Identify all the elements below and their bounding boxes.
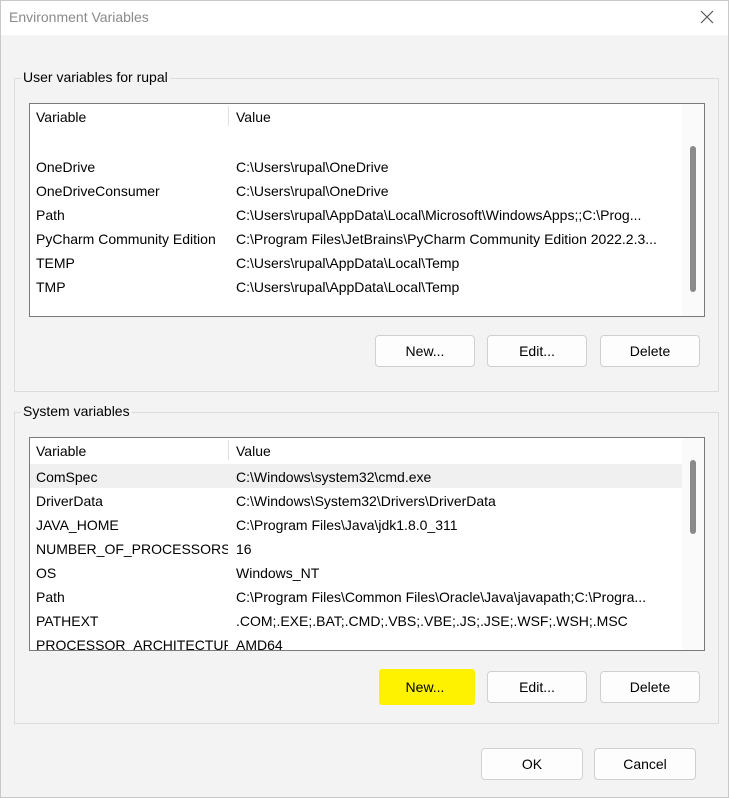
column-separator[interactable] (228, 106, 229, 126)
table-row[interactable]: Path C:\Program Files\Common Files\Oracl… (30, 584, 682, 608)
variable-name: JAVA_HOME (36, 517, 119, 533)
column-header-variable[interactable]: Variable (36, 109, 86, 125)
variable-name: PATHEXT (36, 613, 99, 629)
variable-value: .COM;.EXE;.BAT;.CMD;.VBS;.VBE;.JS;.JSE;.… (236, 613, 628, 629)
variable-name: OS (36, 565, 57, 581)
table-row[interactable]: Path C:\Users\rupal\AppData\Local\Micros… (30, 202, 682, 226)
cancel-button[interactable]: Cancel (594, 748, 696, 780)
variable-name: OneDrive (36, 159, 96, 175)
system-variables-list[interactable]: Variable Value ComSpec C:\Windows\system… (29, 437, 705, 651)
close-icon (700, 10, 714, 24)
variable-name: Path (36, 589, 65, 605)
table-row[interactable]: TMP C:\Users\rupal\AppData\Local\Temp (30, 274, 682, 298)
column-separator[interactable] (228, 440, 229, 460)
system-list-scrollbar[interactable] (682, 438, 704, 650)
variable-value: C:\Users\rupal\OneDrive (236, 159, 389, 175)
system-edit-button[interactable]: Edit... (487, 671, 587, 703)
system-delete-button[interactable]: Delete (600, 671, 700, 703)
ok-button[interactable]: OK (481, 748, 583, 780)
variable-value: C:\Program Files\JetBrains\PyCharm Commu… (236, 231, 657, 247)
column-header-value[interactable]: Value (236, 109, 271, 125)
table-row[interactable]: JAVA_HOME C:\Program Files\Java\jdk1.8.0… (30, 512, 682, 536)
variable-value: 16 (236, 541, 252, 557)
table-row[interactable]: PATHEXT .COM;.EXE;.BAT;.CMD;.VBS;.VBE;.J… (30, 608, 682, 632)
table-row[interactable]: ComSpec C:\Windows\system32\cmd.exe (30, 464, 682, 488)
user-new-button[interactable]: New... (375, 335, 475, 367)
system-variables-group: Variable Value ComSpec C:\Windows\system… (14, 412, 719, 724)
variable-name: TMP (36, 279, 66, 295)
variable-name: OneDriveConsumer (36, 183, 160, 199)
close-button[interactable] (694, 4, 720, 30)
variable-value: AMD64 (236, 637, 283, 651)
variable-value: C:\Program Files\Java\jdk1.8.0_311 (236, 517, 458, 533)
column-header-value[interactable]: Value (236, 443, 271, 459)
variable-name: ComSpec (36, 469, 98, 485)
table-row[interactable]: PyCharm Community Edition C:\Program Fil… (30, 226, 682, 250)
user-delete-button[interactable]: Delete (600, 335, 700, 367)
variable-value: C:\Windows\system32\cmd.exe (236, 469, 432, 485)
user-variables-label: User variables for rupal (21, 69, 170, 85)
variable-value: C:\Users\rupal\AppData\Local\Temp (236, 255, 460, 271)
system-list-header: Variable Value (30, 438, 682, 462)
environment-variables-dialog: Environment Variables Variable Value One… (0, 0, 729, 798)
table-row[interactable]: OneDrive C:\Users\rupal\OneDrive (30, 154, 682, 178)
variable-value: C:\Program Files\Common Files\Oracle\Jav… (236, 589, 647, 605)
table-row[interactable]: OneDriveConsumer C:\Users\rupal\OneDrive (30, 178, 682, 202)
table-row[interactable]: OS Windows_NT (30, 560, 682, 584)
system-variables-label: System variables (21, 403, 132, 419)
title-bar: Environment Variables (1, 1, 728, 35)
variable-name: DriverData (36, 493, 103, 509)
variable-value: Windows_NT (236, 565, 320, 581)
variable-value: C:\Windows\System32\Drivers\DriverData (236, 493, 496, 509)
variable-name: TEMP (36, 255, 75, 271)
variable-name: PROCESSOR_ARCHITECTURE (36, 637, 228, 651)
column-header-variable[interactable]: Variable (36, 443, 86, 459)
table-row[interactable]: DriverData C:\Windows\System32\Drivers\D… (30, 488, 682, 512)
variable-name: NUMBER_OF_PROCESSORS (36, 541, 228, 557)
variable-name: Path (36, 207, 65, 223)
scrollbar-thumb[interactable] (690, 146, 696, 292)
table-row[interactable]: NUMBER_OF_PROCESSORS 16 (30, 536, 682, 560)
user-list-scrollbar[interactable] (682, 104, 704, 316)
user-variables-list[interactable]: Variable Value OneDrive C:\Users\rupal\O… (29, 103, 705, 317)
user-edit-button[interactable]: Edit... (487, 335, 587, 367)
variable-value: C:\Users\rupal\AppData\Local\Microsoft\W… (236, 207, 642, 223)
table-row[interactable]: PROCESSOR_ARCHITECTURE AMD64 (30, 632, 682, 651)
variable-name: PyCharm Community Edition (36, 231, 216, 247)
user-variables-group: Variable Value OneDrive C:\Users\rupal\O… (14, 78, 719, 392)
system-new-button[interactable]: New... (375, 671, 475, 703)
user-list-header: Variable Value (30, 104, 682, 128)
variable-value: C:\Users\rupal\OneDrive (236, 183, 389, 199)
scrollbar-thumb[interactable] (690, 460, 696, 534)
table-row[interactable]: TEMP C:\Users\rupal\AppData\Local\Temp (30, 250, 682, 274)
variable-value: C:\Users\rupal\AppData\Local\Temp (236, 279, 460, 295)
window-title: Environment Variables (9, 9, 149, 25)
